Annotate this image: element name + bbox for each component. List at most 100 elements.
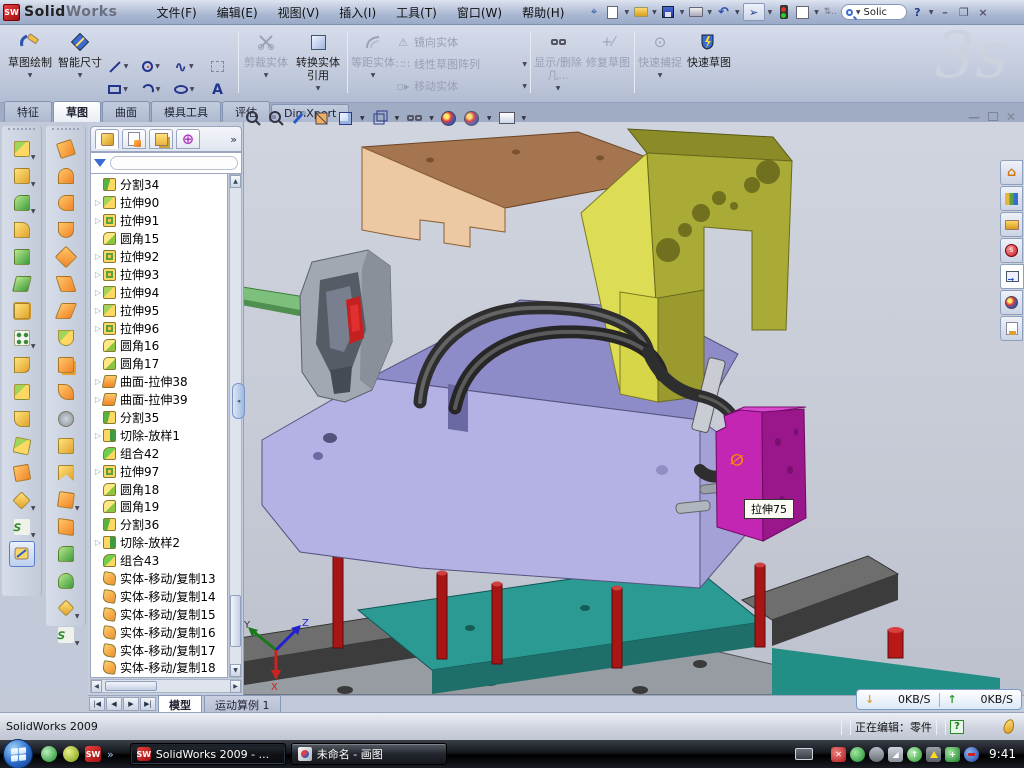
doc-minimize-button[interactable]: — [968, 110, 980, 124]
tree-item[interactable]: 圆角19 [91, 498, 227, 516]
spline-tool2-icon[interactable]: 𝘴▼ [53, 622, 79, 648]
undo-dropdown[interactable]: ▼ [735, 9, 740, 16]
tray-security-plus-icon[interactable]: + [945, 747, 960, 762]
search-input[interactable]: ▼Solic [841, 4, 907, 20]
undo-icon[interactable]: ↶ [715, 4, 732, 20]
tree-item[interactable]: 分割34 [91, 176, 227, 194]
tree-item[interactable]: 实体-移动/复制15 [91, 605, 227, 623]
toolbar-overflow-icon[interactable]: ⇅.. [822, 4, 839, 20]
draft-icon[interactable] [9, 271, 35, 297]
menu-file[interactable]: 文件(F) [147, 1, 205, 24]
tree-item[interactable]: 圆角15 [91, 230, 227, 248]
view-orientation-icon[interactable] [371, 109, 389, 127]
tree-item[interactable]: ▷拉伸95 [91, 301, 227, 319]
delete-body-icon[interactable]: ▼ [9, 487, 35, 513]
next-tab-button[interactable]: ▶ [123, 697, 139, 711]
shell-icon[interactable] [9, 244, 35, 270]
arc-tool-icon[interactable]: ▼ [135, 78, 168, 101]
convert-entities-button[interactable]: 转换实体引用 ▼ [293, 28, 343, 98]
menu-tools[interactable]: 工具(T) [387, 1, 446, 24]
delete-face-icon[interactable] [53, 406, 79, 432]
section-view-icon[interactable] [313, 109, 331, 127]
options-list-icon[interactable] [794, 4, 811, 20]
display-style-dropdown[interactable]: ▼ [360, 115, 365, 122]
tree-item[interactable]: 组合43 [91, 552, 227, 570]
tree-item[interactable]: 实体-移动/复制14 [91, 587, 227, 605]
slide-block-gray[interactable] [244, 250, 392, 402]
keyboard-layout-icon[interactable] [795, 748, 813, 760]
save-dropdown[interactable]: ▼ [680, 9, 685, 16]
repair-sketch-button[interactable]: +⁄ 修复草图 [586, 28, 630, 98]
quick-launch-solidworks-icon[interactable]: SW [85, 746, 101, 762]
tree-item[interactable]: ▷切除-放样2 [91, 534, 227, 552]
ellipse-tool-icon[interactable]: ▼ [168, 78, 201, 101]
tree-item[interactable]: ▷曲面-拉伸39 [91, 391, 227, 409]
offset-entities-button[interactable]: 等距实体 ▼ [351, 28, 395, 98]
scroll-left-arrow[interactable]: ◀ [91, 680, 102, 693]
quick-launch-more-chevron[interactable]: » [107, 748, 114, 761]
line-tool-icon[interactable]: ▼ [102, 55, 135, 78]
expand-arrow[interactable]: ▷ [93, 216, 103, 225]
tree-horizontal-scrollbar[interactable]: ◀ ▶ [90, 679, 242, 693]
move-entities-dropdown[interactable]: ▼ [522, 83, 527, 90]
pattern-icon[interactable]: ▼ [9, 325, 35, 351]
tree-item[interactable]: ▷拉伸93 [91, 265, 227, 283]
revolve-boss-icon[interactable]: ▼ [9, 163, 35, 189]
rectangle-tool-icon[interactable]: ▼ [102, 78, 135, 101]
combine-bodies-icon[interactable] [9, 379, 35, 405]
zoom-area-icon[interactable] [267, 109, 285, 127]
expand-arrow[interactable]: ▷ [93, 198, 103, 207]
prev-tab-button[interactable]: ◀ [106, 697, 122, 711]
shut-off-surface-icon[interactable] [53, 460, 79, 486]
parting-line-icon[interactable] [53, 433, 79, 459]
window-close-button[interactable]: × [974, 5, 991, 20]
rapid-sketch-button[interactable]: 快速草图 [686, 28, 732, 98]
join-icon[interactable] [9, 433, 35, 459]
tab-motion-study[interactable]: 运动算例 1 [204, 695, 281, 714]
menu-edit[interactable]: 编辑(E) [208, 1, 267, 24]
tree-item[interactable]: 实体-移动/复制17 [91, 641, 227, 659]
tab-solidworks-resources[interactable]: ⌂ [1000, 160, 1023, 185]
tree-item[interactable]: 分割36 [91, 516, 227, 534]
select-dropdown[interactable]: ▼ [768, 9, 773, 16]
search-dropdown[interactable]: ▼ [856, 9, 861, 16]
save-icon[interactable] [660, 4, 677, 20]
lofted-surface-icon[interactable] [53, 217, 79, 243]
tree-item[interactable]: ▷拉伸91 [91, 212, 227, 230]
doc-restore-button[interactable] [988, 112, 998, 121]
help-icon[interactable]: ? [909, 4, 926, 20]
tab-model[interactable]: 模型 [158, 695, 202, 714]
display-delete-relations-button[interactable]: 显示/删除几... ▼ [534, 28, 582, 98]
tab-file-explorer[interactable] [1000, 212, 1023, 237]
display-style-icon[interactable] [336, 109, 354, 127]
tab-appearances-scenes[interactable] [1000, 290, 1023, 315]
new-file-dropdown[interactable]: ▼ [624, 9, 629, 16]
tree-item[interactable]: 实体-移动/复制16 [91, 623, 227, 641]
tree-item[interactable]: 圆角18 [91, 480, 227, 498]
linear-pattern-dropdown[interactable]: ▼ [522, 61, 527, 68]
pin-icon[interactable]: ⌖ [585, 4, 602, 20]
offset-dropdown[interactable]: ▼ [371, 69, 376, 82]
trim-entities-button[interactable]: 剪裁实体 ▼ [243, 28, 289, 98]
boundary-surface-icon[interactable] [53, 244, 79, 270]
offset-surface-icon[interactable] [53, 271, 79, 297]
hide-show-dropdown[interactable]: ▼ [429, 115, 434, 122]
tree-item[interactable]: ▷拉伸92 [91, 248, 227, 266]
window-restore-button[interactable]: ❐ [955, 5, 972, 20]
toolbar-grip[interactable] [8, 128, 35, 134]
revolved-surface-icon[interactable] [53, 163, 79, 189]
help-dropdown[interactable]: ▼ [929, 9, 934, 16]
convert-dropdown[interactable]: ▼ [316, 82, 321, 95]
menu-window[interactable]: 窗口(W) [448, 1, 511, 24]
thicken-icon[interactable] [53, 352, 79, 378]
tree-vertical-scrollbar[interactable]: ▲ ▼ [229, 174, 242, 678]
spline-tool-icon[interactable]: ∿▼ [168, 55, 201, 78]
print-icon[interactable] [687, 4, 704, 20]
linear-pattern-button[interactable]: ∷∷线性草图阵列▼ [396, 53, 528, 75]
smart-dimension-dropdown[interactable]: ▼ [78, 69, 83, 82]
quick-launch-messenger-icon[interactable] [41, 746, 57, 762]
circle-tool-icon[interactable]: ▼ [135, 55, 168, 78]
panel-splitter-handle[interactable]: ◂ [232, 383, 245, 419]
expand-arrow[interactable]: ▷ [93, 324, 103, 333]
tree-item[interactable]: ▷拉伸90 [91, 194, 227, 212]
